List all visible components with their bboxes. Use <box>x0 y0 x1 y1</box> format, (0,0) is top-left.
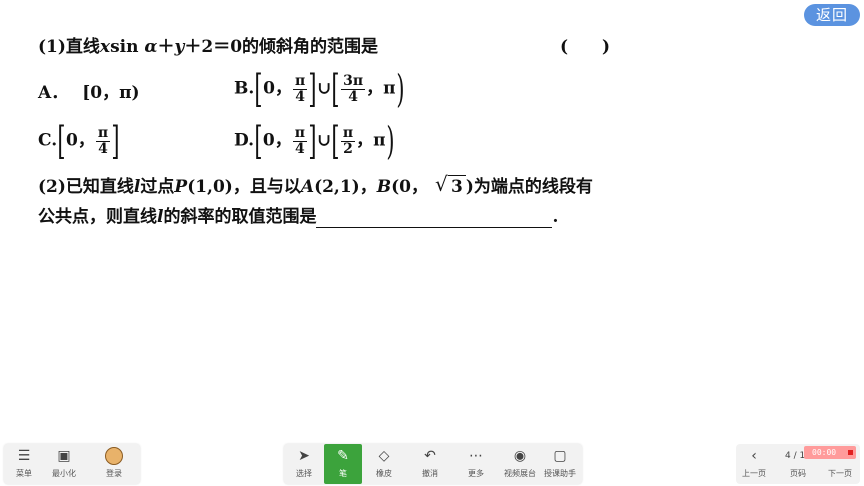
center-tool-group: ➤ 选择 ✎ 笔 ◇ 橡皮 ↶ 撤消 ⋯ 更多 ◉ 视频展台 ▢ 授课助手 <box>284 444 582 484</box>
more-icon: ⋯ <box>469 448 483 464</box>
more-button[interactable]: ⋯ 更多 <box>458 444 494 484</box>
minimize-button[interactable]: ▣ 最小化 <box>46 444 82 484</box>
recording-timer[interactable]: 00:00 <box>804 446 856 459</box>
record-stop-icon <box>848 450 853 455</box>
select-tool[interactable]: ➤ 选择 <box>286 444 322 484</box>
back-button[interactable]: 返回 <box>804 4 860 26</box>
eraser-icon: ◇ <box>378 448 390 464</box>
menu-icon: ☰ <box>17 448 31 464</box>
pen-tool[interactable]: ✎ 笔 <box>324 444 362 484</box>
answer-paren: ( ) <box>560 37 611 57</box>
undo-button[interactable]: ↶ 撤消 <box>412 444 448 484</box>
menu-button[interactable]: ☰ 菜单 <box>6 444 42 484</box>
login-button[interactable]: 登录 <box>96 444 132 484</box>
question-1: (1)直线xsin α＋y＋2＝0的倾斜角的范围是 <box>38 37 379 57</box>
bottom-toolbar: ☰ 菜单 ▣ 最小化 登录 ➤ 选择 ✎ 笔 ◇ 橡皮 ↶ 撤消 ⋯ 更多 ◉ … <box>0 444 864 486</box>
video-booth-button[interactable]: ◉ 视频展台 <box>502 444 538 484</box>
option-b: B.[0， π 4]∪[3π 4 ，π) <box>234 67 405 111</box>
question-2-line-2: 公共点，则直线l的斜率的取值范围是. <box>38 207 559 228</box>
prev-page-button[interactable]: ‹ 上一页 <box>736 444 772 484</box>
minimize-icon: ▣ <box>57 448 71 464</box>
teaching-assistant-button[interactable]: ▢ 授课助手 <box>542 444 578 484</box>
left-tool-group: ☰ 菜单 ▣ 最小化 登录 <box>4 444 140 484</box>
answer-blank[interactable] <box>316 209 553 228</box>
cursor-icon: ➤ <box>298 448 310 464</box>
option-a: A． [0，π) <box>38 83 140 103</box>
chevron-left-icon: ‹ <box>751 448 757 464</box>
assistant-icon: ▢ <box>553 448 567 464</box>
undo-icon: ↶ <box>424 448 436 464</box>
slide-canvas: 返回 (1)直线xsin α＋y＋2＝0的倾斜角的范围是 ( ) A． [0，π)… <box>0 0 864 440</box>
option-c: C.[0， π 4] <box>38 119 120 163</box>
question-2-line-1: (2)已知直线l过点P(1,0)，且与以A(2,1)，B(0，3)为端点的线段有 <box>38 173 593 198</box>
avatar-icon <box>96 444 132 468</box>
pen-icon: ✎ <box>337 448 349 464</box>
eraser-tool[interactable]: ◇ 橡皮 <box>366 444 402 484</box>
webcam-icon: ◉ <box>513 448 527 464</box>
option-d: D.[0， π 4]∪[π 2 ，π) <box>234 119 395 163</box>
